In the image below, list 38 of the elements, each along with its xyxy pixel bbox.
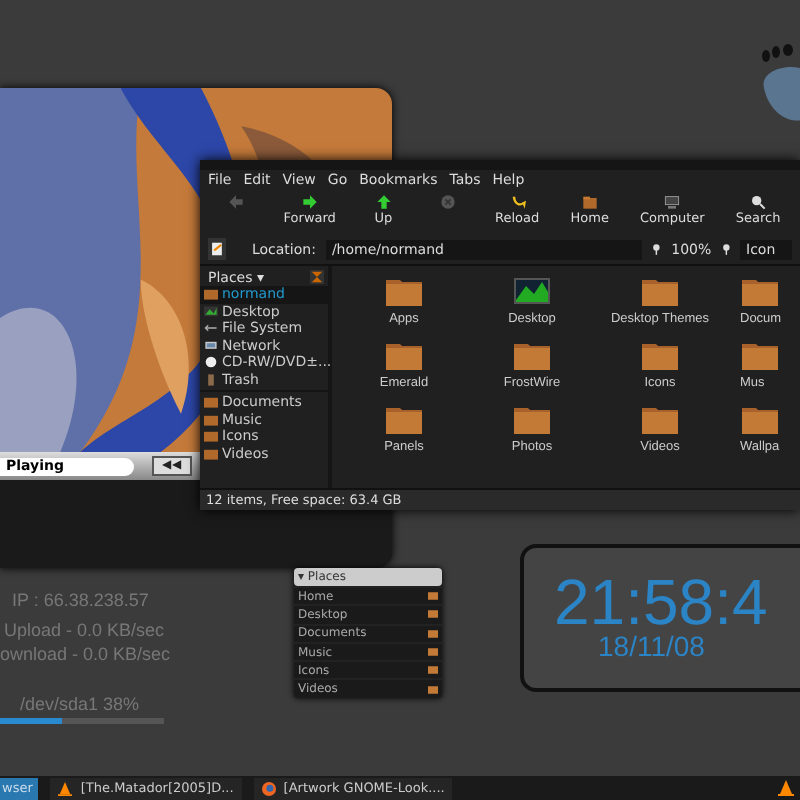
zoom-in-icon[interactable] bbox=[721, 242, 731, 256]
back-icon bbox=[228, 194, 244, 210]
traffic-cone-icon bbox=[58, 781, 73, 795]
folder-icon bbox=[740, 276, 780, 308]
upload-rate: Upload - 0.0 KB/sec bbox=[4, 620, 165, 640]
reload-icon bbox=[509, 194, 526, 210]
folder-icon bbox=[740, 340, 780, 372]
download-rate: ownload - 0.0 KB/sec bbox=[0, 644, 171, 664]
edit-icon[interactable] bbox=[208, 238, 226, 260]
folder-icon bbox=[384, 404, 424, 436]
desktop-icon bbox=[204, 305, 218, 318]
ip-address: IP : 66.38.238.57 bbox=[12, 590, 149, 610]
folder-icon bbox=[640, 404, 680, 436]
disk-usage: /dev/sda1 38% bbox=[20, 694, 140, 714]
screen-icon bbox=[512, 276, 552, 308]
globe-icon bbox=[261, 781, 276, 795]
disc-icon bbox=[204, 356, 218, 369]
folder-icon bbox=[512, 340, 552, 372]
traffic-cone-icon[interactable] bbox=[778, 780, 794, 796]
folder-icon bbox=[512, 404, 552, 436]
folder-icon bbox=[384, 276, 424, 308]
arrow-icon bbox=[204, 322, 218, 335]
up-icon bbox=[375, 194, 392, 210]
folder-icon bbox=[204, 288, 218, 301]
folder-icon bbox=[640, 340, 680, 372]
forward-icon bbox=[301, 194, 318, 210]
folder-icon bbox=[740, 404, 780, 436]
footprint-logo-icon bbox=[756, 44, 800, 124]
folder-icon bbox=[384, 340, 424, 372]
computer-icon bbox=[664, 194, 681, 210]
zoom-out-icon[interactable] bbox=[652, 242, 662, 256]
search-icon bbox=[750, 194, 767, 210]
network-icon bbox=[204, 339, 218, 352]
stop-icon bbox=[439, 194, 456, 210]
clock-date: 18/11/08 bbox=[598, 632, 707, 660]
close-icon[interactable] bbox=[310, 270, 324, 284]
clock-time: 21:58:4 bbox=[554, 572, 770, 632]
folder-icon bbox=[640, 276, 680, 308]
